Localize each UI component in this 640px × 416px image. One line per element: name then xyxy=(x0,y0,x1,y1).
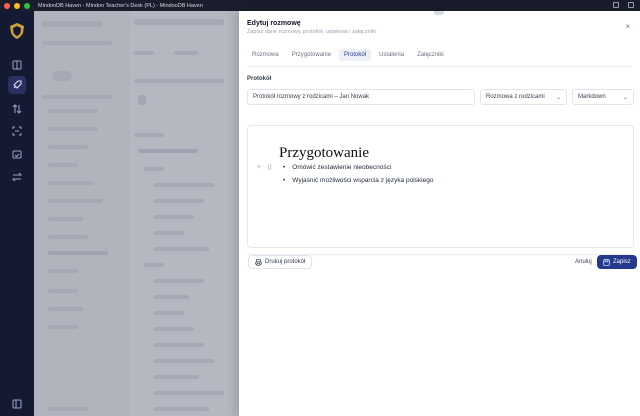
calendar-check-icon[interactable] xyxy=(8,145,26,163)
bullet-icon: • xyxy=(283,164,286,171)
maximize-window-button[interactable] xyxy=(24,2,30,9)
editor-bullet[interactable]: • Omówić zestawienie nieobecności xyxy=(283,164,391,171)
save-button[interactable]: Zapisz xyxy=(597,255,637,269)
close-window-button[interactable] xyxy=(4,2,10,9)
window-menu-icon[interactable] xyxy=(628,2,634,8)
extensions-icon[interactable] xyxy=(613,2,619,8)
window-controls xyxy=(4,2,30,9)
editor-heading: Przygotowanie xyxy=(279,145,369,161)
window-title: MindooDB Haven - Mindoo Teacher's Desk (… xyxy=(38,2,203,9)
tab-zalaczniki[interactable]: Załączniki xyxy=(412,49,449,61)
section-label: Protokół xyxy=(247,76,272,82)
conversation-type-select[interactable]: Rozmowa z rodzicami ⌄ xyxy=(480,89,567,105)
tab-rozmowa[interactable]: Rozmowa xyxy=(247,49,284,61)
save-icon xyxy=(603,258,610,266)
drawer-title: Edytuj rozmowę xyxy=(247,20,301,27)
bullet-icon: • xyxy=(283,177,286,184)
drawer-subtitle: Zapisz dane rozmowy, protokół, ustalenia… xyxy=(247,29,376,35)
transfer-icon[interactable] xyxy=(8,100,26,118)
edit-conversation-drawer: Edytuj rozmowę Zapisz dane rozmowy, prot… xyxy=(239,11,640,416)
tab-przygotowanie[interactable]: Przygotowanie xyxy=(287,49,336,61)
tab-protokol[interactable]: Protokół xyxy=(339,49,372,61)
drawer-tabs: Rozmowa Przygotowanie Protokół Ustalenia… xyxy=(247,49,449,61)
drawer-handle[interactable] xyxy=(434,11,444,15)
add-block-icon[interactable]: + xyxy=(257,164,261,172)
tab-ustalenia[interactable]: Ustalenia xyxy=(374,49,409,61)
protocol-title-input[interactable]: Protokół rozmowy z rodzicami – Jan Nowak xyxy=(247,89,475,105)
dashboard-icon[interactable] xyxy=(8,56,26,74)
format-value: Markdown xyxy=(578,94,606,100)
minimize-window-button[interactable] xyxy=(14,2,20,9)
protocol-editor[interactable]: Przygotowanie + ⠿ • Omówić zestawienie n… xyxy=(247,125,634,248)
rocket-icon[interactable] xyxy=(8,76,26,94)
app-rail xyxy=(0,11,34,416)
scan-icon[interactable] xyxy=(8,122,26,140)
panel-icon[interactable] xyxy=(8,395,26,413)
chevron-down-icon: ⌄ xyxy=(622,94,628,101)
format-select[interactable]: Markdown ⌄ xyxy=(572,89,634,105)
print-protocol-button[interactable]: Drukuj protokół xyxy=(248,255,313,269)
app-logo-icon xyxy=(10,23,24,39)
chevron-down-icon: ⌄ xyxy=(555,94,561,101)
window-titlebar: MindooDB Haven - Mindoo Teacher's Desk (… xyxy=(0,0,640,11)
editor-bullet[interactable]: • Wyjaśnić możliwości wsparcia z języka … xyxy=(283,177,433,184)
conversation-type-value: Rozmowa z rodzicami xyxy=(486,94,545,100)
cancel-button[interactable]: Anuluj xyxy=(569,255,598,269)
swap-icon[interactable] xyxy=(8,168,26,186)
printer-icon xyxy=(255,258,262,266)
divider xyxy=(247,66,632,67)
close-icon[interactable]: × xyxy=(625,22,630,31)
drag-handle-icon[interactable]: ⠿ xyxy=(267,164,272,172)
